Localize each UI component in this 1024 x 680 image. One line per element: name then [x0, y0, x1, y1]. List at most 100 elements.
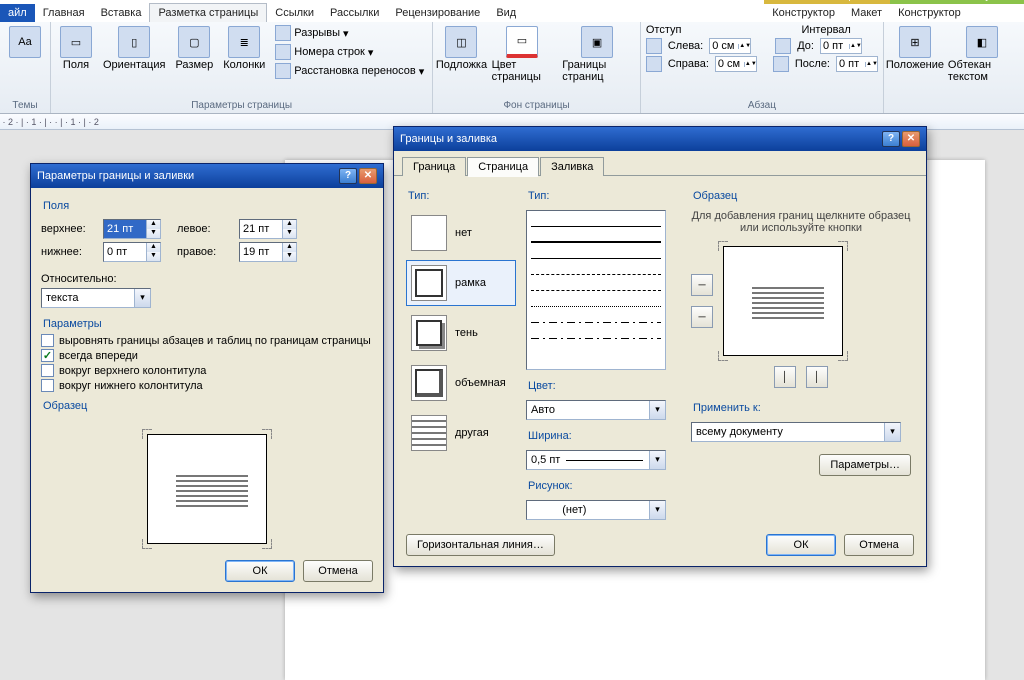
border-top-toggle[interactable]: ─ [691, 274, 713, 296]
options-button[interactable]: Параметры… [819, 454, 911, 476]
apply-combo[interactable]: всему документу▾ [691, 422, 901, 442]
group-page-bg-label: Фон страницы [438, 99, 635, 113]
tab-border[interactable]: Граница [402, 157, 466, 176]
tab-insert[interactable]: Вставка [93, 4, 150, 22]
group-paragraph-label: Абзац [646, 99, 878, 113]
options-ok-button[interactable]: ОК [225, 560, 295, 582]
options-help-button[interactable]: ? [339, 168, 357, 184]
orientation-button[interactable]: ▯Ориентация [100, 24, 168, 73]
relative-combo[interactable]: текста▾ [41, 288, 151, 308]
setting-none[interactable]: нет [406, 210, 516, 256]
setting-box[interactable]: рамка [406, 260, 516, 306]
color-label: Цвет: [528, 380, 681, 392]
ribbon: Aa Темы ▭Поля ▯Ориентация ▢Размер ≣Колон… [0, 22, 1024, 114]
chk-align-row[interactable]: выровнять границы абзацев и таблиц по гр… [41, 334, 373, 347]
chk-footer-row[interactable]: вокруг нижнего колонтитула [41, 379, 373, 392]
margins-group-label: Поля [43, 200, 373, 212]
border-left-toggle[interactable]: │ [774, 366, 796, 388]
setting-shadow[interactable]: тень [406, 310, 516, 356]
indent-right-spinner[interactable]: 0 см▲▼ [715, 56, 757, 72]
tab-table-layout[interactable]: Макет [843, 4, 890, 22]
indent-left-value: 0 см [712, 40, 734, 52]
spacing-before-spinner[interactable]: 0 пт▲▼ [820, 38, 862, 54]
preview-sample[interactable] [723, 246, 843, 356]
tab-view[interactable]: Вид [488, 4, 524, 22]
indent-left-spinner[interactable]: 0 см▲▼ [709, 38, 751, 54]
horizontal-line-button[interactable]: Горизонтальная линия… [406, 534, 555, 556]
setting-box-icon [411, 265, 447, 301]
color-combo[interactable]: Авто▾ [526, 400, 666, 420]
tab-shading[interactable]: Заливка [540, 157, 604, 176]
margin-bottom-input[interactable] [104, 243, 146, 261]
options-title: Параметры границы и заливки [37, 170, 194, 182]
file-tab[interactable]: айл [0, 4, 35, 22]
margin-bottom-spinner[interactable]: ▲▼ [103, 242, 161, 262]
page-color-button[interactable]: ▭Цвет страницы [489, 24, 556, 85]
margin-top-input[interactable] [104, 220, 146, 238]
spacing-title: Интервал [801, 24, 850, 36]
page-borders-button[interactable]: ▣Границы страниц [559, 24, 635, 85]
borders-cancel-button[interactable]: Отмена [844, 534, 914, 556]
line-numbers-icon [275, 44, 291, 60]
breaks-button[interactable]: Разрывы ▾ [272, 24, 427, 42]
columns-button[interactable]: ≣Колонки [220, 24, 268, 73]
chk-front-row[interactable]: ✓всегда впереди [41, 349, 373, 362]
chevron-down-icon: ▾ [649, 451, 665, 469]
art-combo[interactable]: (нет)▾ [526, 500, 666, 520]
borders-titlebar[interactable]: Границы и заливка ? ✕ [394, 127, 926, 151]
group-arrange-label [889, 110, 1019, 113]
options-cancel-button[interactable]: Отмена [303, 560, 373, 582]
margin-right-spinner[interactable]: ▲▼ [239, 242, 297, 262]
hyphenation-label: Расстановка переносов [294, 65, 415, 77]
page-borders-label: Границы страниц [562, 59, 632, 83]
borders-ok-button[interactable]: ОК [766, 534, 836, 556]
indent-right-icon [646, 56, 662, 72]
dialog-borders-shading: Границы и заливка ? ✕ Граница Страница З… [393, 126, 927, 567]
setting-custom[interactable]: другая [406, 410, 516, 456]
ribbon-tab-strip: айл Главная Вставка Разметка страницы Сс… [0, 0, 1024, 22]
margins-button[interactable]: ▭Поля [56, 24, 96, 73]
size-button[interactable]: ▢Размер [172, 24, 216, 73]
line-numbers-button[interactable]: Номера строк ▾ [272, 43, 427, 61]
width-value: 0,5 пт [531, 454, 560, 466]
chk-align[interactable] [41, 334, 54, 347]
tab-header-design[interactable]: Конструктор [890, 4, 969, 22]
wrap-button[interactable]: ◧Обтекан текстом [945, 24, 1019, 85]
art-label: Рисунок: [528, 480, 681, 492]
watermark-button[interactable]: ◫Подложка [438, 24, 484, 73]
borders-close-button[interactable]: ✕ [902, 131, 920, 147]
margin-left-spinner[interactable]: ▲▼ [239, 219, 297, 239]
tab-table-design[interactable]: Конструктор [764, 4, 843, 22]
tab-page-layout[interactable]: Разметка страницы [149, 3, 267, 22]
hyphenation-button[interactable]: Расстановка переносов ▾ [272, 62, 427, 80]
tab-review[interactable]: Рецензирование [387, 4, 488, 22]
themes-button[interactable]: Aa [5, 24, 45, 60]
options-titlebar[interactable]: Параметры границы и заливки ? ✕ [31, 164, 383, 188]
chk-footer[interactable] [41, 379, 54, 392]
style-listbox[interactable] [526, 210, 666, 370]
border-right-toggle[interactable]: │ [806, 366, 828, 388]
width-combo[interactable]: 0,5 пт ▾ [526, 450, 666, 470]
page-color-label: Цвет страницы [492, 59, 553, 83]
setting-custom-label: другая [455, 427, 489, 439]
position-button[interactable]: ⊞Положение [889, 24, 941, 73]
border-bottom-toggle[interactable]: ─ [691, 306, 713, 328]
setting-box-label: рамка [455, 277, 486, 289]
group-themes-label: Темы [5, 99, 45, 113]
chk-front[interactable]: ✓ [41, 349, 54, 362]
tab-home[interactable]: Главная [35, 4, 93, 22]
borders-help-button[interactable]: ? [882, 131, 900, 147]
chk-header[interactable] [41, 364, 54, 377]
margin-top-spinner[interactable]: ▲▼ [103, 219, 161, 239]
chk-header-row[interactable]: вокруг верхнего колонтитула [41, 364, 373, 377]
setting-shadow-label: тень [455, 327, 478, 339]
setting-none-label: нет [455, 227, 472, 239]
tab-mailings[interactable]: Рассылки [322, 4, 387, 22]
margin-left-input[interactable] [240, 220, 282, 238]
setting-3d[interactable]: объемная [406, 360, 516, 406]
tab-references[interactable]: Ссылки [267, 4, 322, 22]
spacing-after-spinner[interactable]: 0 пт▲▼ [836, 56, 878, 72]
options-close-button[interactable]: ✕ [359, 168, 377, 184]
margin-right-input[interactable] [240, 243, 282, 261]
tab-page[interactable]: Страница [467, 157, 539, 176]
